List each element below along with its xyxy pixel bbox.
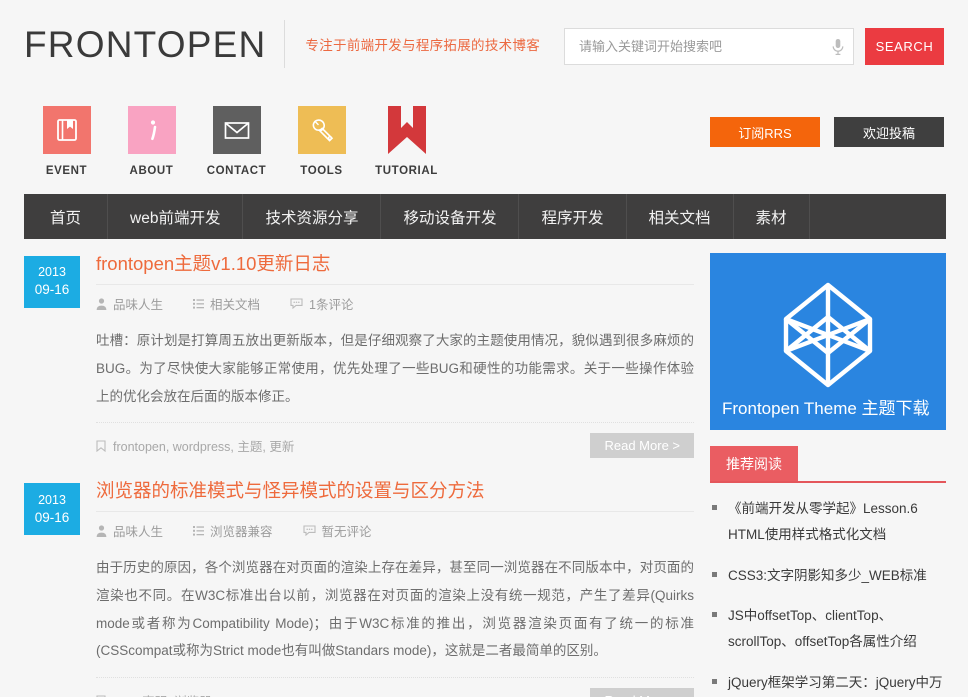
date-monthday: 09-16: [34, 509, 70, 525]
date-year: 2013: [38, 265, 66, 280]
post-comments[interactable]: 暂无评论: [302, 521, 372, 540]
post-category[interactable]: 浏览器兼容: [193, 521, 273, 540]
post-author-label: 品味人生: [113, 525, 164, 540]
post-footer: w3c, 声明, 浏览器 Read More >: [96, 677, 694, 697]
content-area: 2013 09-16 frontopen主题v1.10更新日志 品味人生 相关文…: [0, 239, 968, 697]
microphone-icon[interactable]: [831, 38, 845, 56]
post-category-label: 浏览器兼容: [210, 525, 273, 540]
nav-item-docs[interactable]: 相关文档: [627, 194, 734, 239]
post-tags[interactable]: w3c, 声明, 浏览器: [96, 691, 212, 697]
post-author[interactable]: 品味人生: [96, 521, 163, 540]
nav-item-material[interactable]: 素材: [734, 194, 810, 239]
date-year: 2013: [38, 492, 66, 507]
sidebar: Frontopen Theme 主题下载 推荐阅读 《前端开发从零学起》Less…: [710, 253, 946, 697]
list-icon: [193, 526, 205, 536]
site-header: FRONTOPEN 专注于前端开发与程序拓展的技术博客 SEARCH: [0, 0, 968, 92]
theme-download-banner[interactable]: Frontopen Theme 主题下载: [710, 253, 946, 430]
tag-icon: [96, 440, 106, 452]
post-comments-label: 暂无评论: [321, 525, 372, 540]
post-date-badge: 2013 09-16: [24, 256, 80, 308]
nav-item-home[interactable]: 首页: [24, 194, 109, 239]
recommended-widget: 推荐阅读 《前端开发从零学起》Lesson.6 HTML使用样式格式化文档 CS…: [710, 446, 946, 697]
post-tags-label: frontopen, wordpress, 主题, 更新: [113, 440, 295, 455]
cta-buttons: 订阅RRS 欢迎投稿: [710, 117, 944, 147]
post-meta: 品味人生 浏览器兼容 暂无评论: [96, 512, 694, 540]
nav-item-mobile[interactable]: 移动设备开发: [381, 194, 520, 239]
tile-event[interactable]: EVENT: [24, 106, 109, 177]
post-tags[interactable]: frontopen, wordpress, 主题, 更新: [96, 436, 294, 455]
read-more-button[interactable]: Read More >: [590, 433, 694, 459]
tile-label: ABOUT: [129, 165, 174, 177]
tile-label: TOOLS: [300, 165, 343, 177]
post-meta: 品味人生 相关文档 1条评论: [96, 285, 694, 313]
tile-about[interactable]: ABOUT: [109, 106, 194, 177]
book-icon: [42, 106, 91, 154]
user-icon: [96, 298, 107, 310]
tile-label: CONTACT: [206, 165, 267, 177]
logo-divider: [284, 20, 286, 68]
banner-caption: Frontopen Theme 主题下载: [722, 399, 930, 419]
post-title[interactable]: frontopen主题v1.10更新日志: [96, 253, 694, 286]
widget-header: 推荐阅读: [710, 446, 946, 483]
widget-title: 推荐阅读: [710, 446, 798, 481]
submit-article-button[interactable]: 欢迎投稿: [834, 117, 944, 147]
post-comments[interactable]: 1条评论: [290, 294, 353, 313]
main-navigation: 首页 web前端开发 技术资源分享 移动设备开发 程序开发 相关文档 素材: [24, 194, 946, 239]
post-tags-label: w3c, 声明, 浏览器: [113, 691, 212, 697]
post-footer: frontopen, wordpress, 主题, 更新 Read More >: [96, 422, 694, 459]
date-monthday: 09-16: [34, 282, 70, 298]
tile-label: EVENT: [45, 165, 88, 177]
tile-tools[interactable]: TOOLS: [279, 106, 364, 177]
wrench-icon: [297, 106, 346, 154]
post-title[interactable]: 浏览器的标准模式与怪异模式的设置与区分方法: [96, 480, 694, 513]
post-category[interactable]: 相关文档: [193, 294, 260, 313]
search-area: SEARCH: [564, 28, 944, 65]
read-more-button[interactable]: Read More >: [590, 688, 694, 697]
tile-label: TUTORIAL: [375, 165, 438, 177]
tile-contact[interactable]: CONTACT: [194, 106, 279, 177]
list-item[interactable]: JS中offsetTop、clientTop、scrollTop、offsetT…: [710, 596, 946, 663]
post-category-label: 相关文档: [210, 298, 261, 313]
post-list: 2013 09-16 frontopen主题v1.10更新日志 品味人生 相关文…: [24, 253, 694, 697]
search-box[interactable]: [564, 28, 854, 65]
post-item: 2013 09-16 frontopen主题v1.10更新日志 品味人生 相关文…: [24, 253, 694, 459]
wireframe-cube-icon: [783, 282, 873, 388]
nav-item-program[interactable]: 程序开发: [519, 194, 627, 239]
comment-icon: [302, 525, 316, 537]
nav-item-web[interactable]: web前端开发: [108, 194, 244, 239]
list-item[interactable]: CSS3:文字阴影知多少_WEB标准: [710, 556, 946, 596]
search-input[interactable]: [579, 39, 831, 54]
nav-item-tech[interactable]: 技术资源分享: [243, 194, 382, 239]
recommended-list: 《前端开发从零学起》Lesson.6 HTML使用样式格式化文档 CSS3:文字…: [710, 483, 946, 697]
page-root: FRONTOPEN 专注于前端开发与程序拓展的技术博客 SEARCH: [0, 0, 968, 697]
list-item[interactable]: jQuery框架学习第二天：jQuery中万能的选择器: [710, 663, 946, 697]
tile-tutorial[interactable]: TUTORIAL: [364, 106, 449, 177]
post-excerpt: 吐槽：原计划是打算周五放出更新版本，但是仔细观察了大家的主题使用情况，貌似遇到很…: [96, 333, 694, 404]
post-date-badge: 2013 09-16: [24, 483, 80, 536]
list-icon: [193, 299, 205, 309]
envelope-icon: [212, 106, 261, 154]
post-author[interactable]: 品味人生: [96, 294, 163, 313]
site-slogan: 专注于前端开发与程序拓展的技术博客: [305, 38, 541, 53]
search-button[interactable]: SEARCH: [865, 28, 944, 65]
bookmark-icon: [383, 106, 431, 154]
post-item: 2013 09-16 浏览器的标准模式与怪异模式的设置与区分方法 品味人生 浏览…: [24, 480, 694, 697]
list-item[interactable]: 《前端开发从零学起》Lesson.6 HTML使用样式格式化文档: [710, 489, 946, 556]
site-logo[interactable]: FRONTOPEN: [24, 26, 284, 63]
comment-icon: [290, 298, 303, 310]
post-author-label: 品味人生: [113, 298, 164, 313]
user-icon: [96, 525, 107, 537]
post-excerpt: 由于历史的原因，各个浏览器在对页面的渲染上存在差异，甚至同一浏览器在不同版本中，…: [96, 560, 694, 659]
subscribe-rss-button[interactable]: 订阅RRS: [710, 117, 820, 147]
post-comments-label: 1条评论: [309, 298, 354, 313]
info-icon: [127, 106, 176, 154]
